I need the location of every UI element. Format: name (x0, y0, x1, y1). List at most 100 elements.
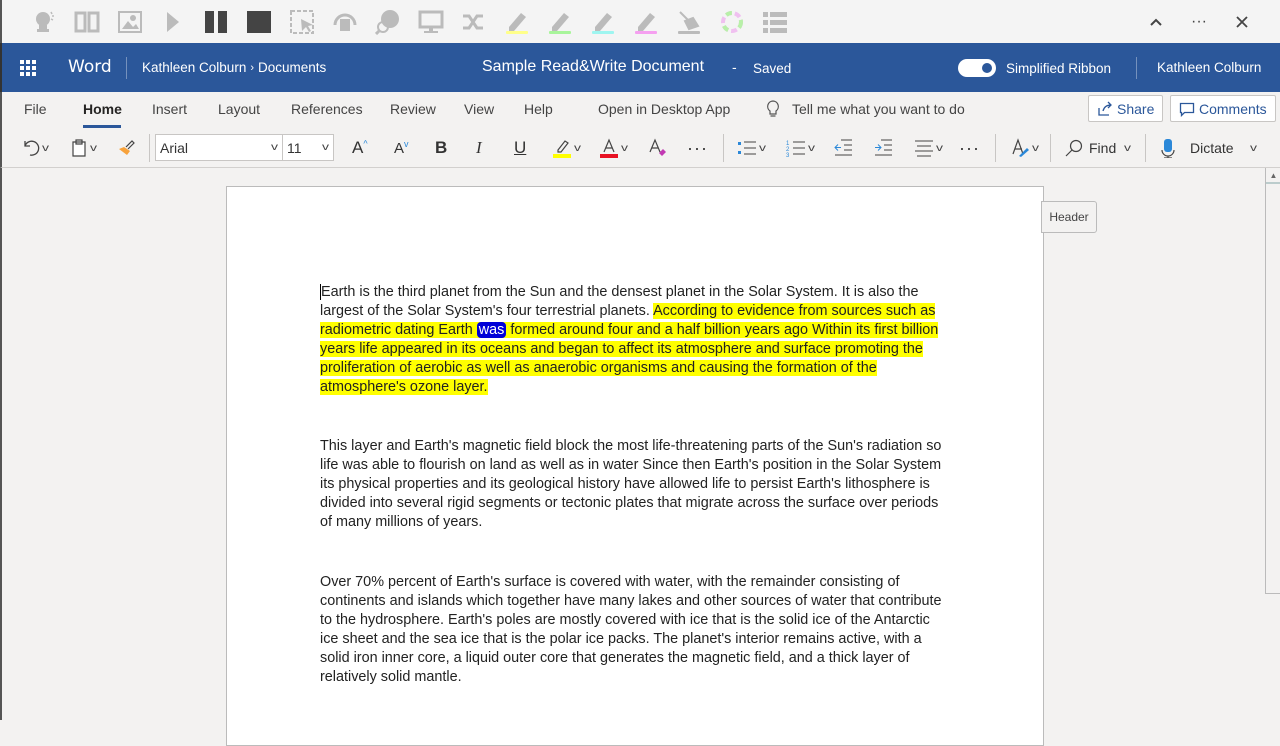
dictate-button[interactable]: Dictate v (1160, 136, 1257, 160)
pause-icon[interactable] (202, 8, 230, 36)
chevron-down-icon: v (759, 142, 766, 154)
chevron-down-icon: v (621, 142, 628, 154)
current-spoken-word: was (476, 322, 507, 338)
highlight-pink-icon[interactable] (632, 8, 660, 36)
vertical-scrollbar[interactable]: ▲ (1265, 168, 1280, 594)
tab-home[interactable]: Home (83, 101, 122, 117)
styles-button[interactable]: v (1010, 136, 1039, 160)
simplified-ribbon-label: Simplified Ribbon (1006, 61, 1112, 76)
tab-file[interactable]: File (24, 101, 47, 117)
paragraph-2[interactable]: This layer and Earth's magnetic field bl… (320, 437, 950, 532)
readwrite-toolbar: ··· (0, 0, 1280, 43)
font-color-button[interactable]: v (599, 136, 628, 160)
numbering-button[interactable]: 123v (786, 136, 815, 160)
paragraph-1[interactable]: Earth is the third planet from the Sun a… (320, 283, 950, 397)
paste-button[interactable]: v (70, 136, 97, 160)
decrease-indent-button[interactable] (833, 136, 853, 160)
dictionary-icon[interactable] (73, 8, 101, 36)
lightbulb-icon (767, 100, 779, 117)
undo-icon (24, 140, 40, 156)
highlight-yellow-icon[interactable] (503, 8, 531, 36)
vocabulary-list-icon[interactable] (761, 8, 789, 36)
highlight-green-icon[interactable] (546, 8, 574, 36)
scroll-up-arrow-icon[interactable]: ▲ (1266, 168, 1280, 184)
shrink-font-button[interactable]: Av (394, 136, 409, 160)
bold-button[interactable]: B (435, 136, 447, 160)
chevron-down-icon: v (1249, 142, 1257, 154)
divider (1136, 57, 1137, 79)
tab-references[interactable]: References (291, 101, 363, 117)
chevron-down-icon: v (1032, 142, 1039, 154)
highlight-color-button[interactable]: v (552, 136, 581, 160)
tab-help[interactable]: Help (524, 101, 553, 117)
align-button[interactable]: v (914, 136, 943, 160)
simplified-ribbon-toggle[interactable] (958, 59, 996, 77)
increase-indent-button[interactable] (873, 136, 893, 160)
chevron-down-icon: v (42, 142, 49, 154)
open-desktop-app[interactable]: Open in Desktop App (598, 101, 730, 117)
paragraph-3[interactable]: Over 70% percent of Earth's surface is c… (320, 573, 950, 687)
decrease-indent-icon (834, 139, 852, 156)
find-button[interactable]: Find v (1065, 136, 1132, 160)
ribbon-tabs: File Home Insert Layout References Revie… (0, 92, 1280, 128)
grow-font-button[interactable]: A^ (352, 136, 368, 160)
divider (126, 57, 127, 79)
undo-button[interactable]: v (22, 136, 49, 160)
tell-me-search[interactable]: Tell me what you want to do (766, 100, 965, 118)
format-painter-icon (119, 140, 135, 155)
comments-button[interactable]: Comments (1170, 95, 1276, 122)
bullets-button[interactable]: v (737, 136, 766, 160)
tab-view[interactable]: View (464, 101, 494, 117)
stop-icon[interactable] (245, 8, 273, 36)
document-title[interactable]: Sample Read&Write Document (482, 58, 704, 76)
comment-icon (1179, 102, 1195, 117)
italic-button[interactable]: I (476, 136, 482, 160)
chevron-down-icon: v (1124, 142, 1132, 154)
numbered-list-icon: 123 (786, 141, 805, 157)
play-icon[interactable] (159, 8, 187, 36)
font-size-select[interactable]: 11 v (282, 134, 334, 161)
svg-text:3: 3 (786, 153, 790, 157)
app-launcher-icon[interactable] (20, 60, 36, 76)
collect-highlights-icon[interactable] (718, 8, 746, 36)
divider (723, 134, 724, 162)
format-painter-button[interactable] (117, 136, 135, 160)
share-button[interactable]: Share (1088, 95, 1164, 122)
highlight-cyan-icon[interactable] (589, 8, 617, 36)
picture-dictionary-icon[interactable] (116, 8, 144, 36)
close-icon[interactable] (1230, 10, 1254, 34)
title-separator: - (732, 59, 737, 75)
check-it-icon[interactable] (460, 8, 488, 36)
tab-review[interactable]: Review (390, 101, 436, 117)
tab-insert[interactable]: Insert (152, 101, 187, 117)
header-tag[interactable]: Header (1041, 201, 1097, 233)
font-name-select[interactable]: Arial v (155, 134, 283, 161)
increase-indent-icon (875, 139, 892, 156)
bullet-list-icon (738, 141, 756, 155)
screenshot-reader-icon[interactable] (288, 8, 316, 36)
clear-formatting-button[interactable] (647, 136, 667, 160)
more-options-icon[interactable]: ··· (1187, 10, 1211, 34)
divider (995, 134, 996, 162)
more-paragraph-options-button[interactable]: ··· (959, 136, 980, 160)
font-size-value: 11 (287, 140, 302, 156)
clear-highlights-icon[interactable] (675, 8, 703, 36)
comments-label: Comments (1199, 100, 1267, 117)
dictate-label: Dictate (1190, 140, 1234, 156)
underline-button[interactable]: U (514, 136, 526, 160)
breadcrumb-owner[interactable]: Kathleen Colburn (142, 60, 246, 75)
predict-icon[interactable] (30, 8, 58, 36)
screen-mask-icon[interactable] (417, 8, 445, 36)
font-name-value: Arial (160, 140, 189, 156)
collapse-chevron-icon[interactable] (1144, 10, 1168, 34)
breadcrumb-documents[interactable]: Documents (258, 60, 326, 75)
audio-maker-icon[interactable] (331, 8, 359, 36)
app-name[interactable]: Word (68, 57, 112, 77)
font-color-icon (600, 138, 618, 158)
ribbon-toolbar: v v Arial v 11 v A^ Av B I U v v ··· v 123… (0, 128, 1280, 168)
account-name[interactable]: Kathleen Colburn (1157, 60, 1261, 75)
find-label: Find (1089, 140, 1117, 156)
translator-icon[interactable] (374, 8, 402, 36)
more-font-options-button[interactable]: ··· (687, 136, 708, 160)
tab-layout[interactable]: Layout (218, 101, 260, 117)
